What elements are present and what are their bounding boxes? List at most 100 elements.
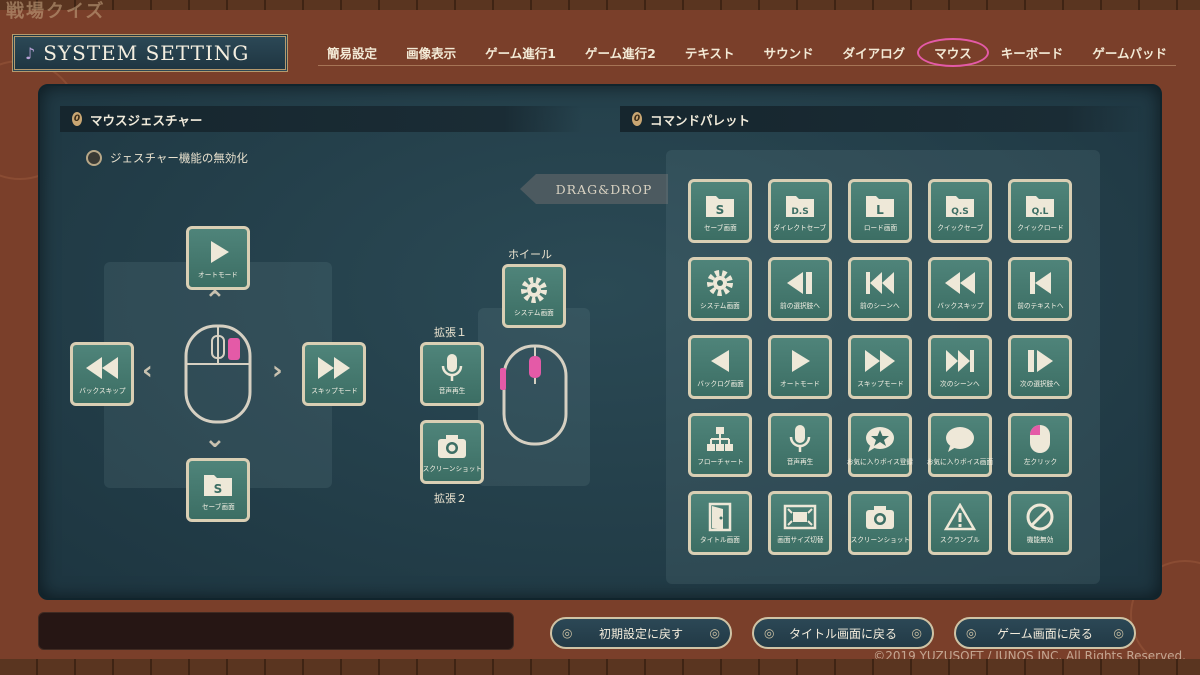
return-game-button[interactable]: ◎ ゲーム画面に戻る ◎ [954,617,1136,649]
gesture-up-tile[interactable]: オートモード [186,226,250,290]
palette-heading: 0 コマンドパレット [620,106,1144,132]
tab-progress-2[interactable]: ゲーム進行2 [576,43,665,62]
tab-sound[interactable]: サウンド [755,43,823,62]
return-game-label: ゲーム画面に戻る [997,626,1093,641]
folder-glyph: D.S [791,207,808,217]
palette-tile-label: 前のテキストへ [1016,302,1064,310]
palette-tile[interactable]: タイトル画面 [688,491,752,555]
palette-tile[interactable]: D.S ダイレクトセーブ [768,179,832,243]
radio-button[interactable] [86,150,102,166]
palette-tile[interactable]: 前のシーンへ [848,257,912,321]
return-title-label: タイトル画面に戻る [788,626,897,641]
gesture-right-label: スキップモード [310,387,358,395]
gesture-disable-toggle[interactable]: ジェスチャー機能の無効化 [86,150,248,166]
palette-tile[interactable]: 音声再生 [768,413,832,477]
help-text-bar [38,612,514,650]
reset-defaults-button[interactable]: ◎ 初期設定に戻す ◎ [550,617,732,649]
gesture-right-tile[interactable]: スキップモード [302,342,366,406]
gear-icon [705,264,735,302]
ext1-label: 音声再生 [438,387,466,395]
ext1-tile[interactable]: 音声再生 [420,342,484,406]
palette-tile[interactable]: 画面サイズ切替 [768,491,832,555]
favorite-voice-icon [864,420,896,458]
palette-tile[interactable]: Q.L クイックロード [1008,179,1072,243]
palette-tile-label: スクランブル [940,536,980,544]
wood-bottom-border [0,659,1200,675]
gesture-heading: 0 マウスジェスチャー [60,106,582,132]
wheel-caption: ホイール [508,248,552,261]
palette-tile[interactable]: お気に入りボイス登録 [847,413,913,477]
mouse-illustration [184,324,252,424]
palette-tile-label: 音声再生 [786,458,814,466]
palette-tile[interactable]: お気に入りボイス画面 [927,413,993,477]
ext2-tile[interactable]: スクリーンショット [420,420,484,484]
palette-tile[interactable]: S セーブ画面 [688,179,752,243]
palette-tile[interactable]: フローチャート [688,413,752,477]
drag-drop-arrow: DRAG&DROP [520,174,668,204]
swirl-icon: ◎ [709,626,720,640]
palette-tile[interactable]: 次の選択肢へ [1008,335,1072,399]
tab-display[interactable]: 画像表示 [397,43,465,62]
gesture-down-label: セーブ画面 [201,503,235,511]
palette-tile-label: バックスキップ [936,302,984,310]
fast-forward-icon [863,342,897,380]
palette-tile[interactable]: 左クリック [1008,413,1072,477]
swirl-icon: ◎ [764,626,775,640]
gesture-disable-label: ジェスチャー機能の無効化 [110,151,248,165]
palette-tile[interactable]: スキップモード [848,335,912,399]
music-note-icon: ♪ [25,43,36,63]
tab-dialog[interactable]: ダイアログ [834,43,915,62]
tab-gamepad[interactable]: ゲームパッド [1083,43,1176,62]
palette-tile[interactable]: L ロード画面 [848,179,912,243]
palette-tile[interactable]: 機能無効 [1008,491,1072,555]
ext2-label: スクリーンショット [422,465,482,473]
palette-tile[interactable]: 前のテキストへ [1008,257,1072,321]
palette-tile[interactable]: Q.S クイックセーブ [928,179,992,243]
tab-keyboard[interactable]: キーボード [992,43,1073,62]
swirl-icon: ◎ [911,626,922,640]
palette-tile[interactable]: スクランブル [928,491,992,555]
palette-tile-label: バックログ画面 [696,380,744,388]
palette-tile-label: セーブ画面 [703,224,737,232]
tab-text[interactable]: テキスト [676,43,744,62]
next-scene-icon [944,342,976,380]
microphone-icon [787,420,813,458]
return-title-button[interactable]: ◎ タイトル画面に戻る ◎ [752,617,934,649]
palette-tile[interactable]: バックログ画面 [688,335,752,399]
rewind-icon [943,264,977,302]
gesture-up-label: オートモード [198,271,238,279]
folder-icon: L [864,186,896,224]
chevron-left-icon: ‹ [142,356,153,386]
palette-tile[interactable]: スクリーンショット [848,491,912,555]
folder-glyph: S [214,482,223,496]
camera-icon [436,427,468,465]
palette-tile-label: 左クリック [1023,458,1057,466]
tab-mouse[interactable]: マウス [917,38,989,67]
wheel-label: システム画面 [514,309,554,317]
gesture-left-tile[interactable]: バックスキップ [70,342,134,406]
palette-tile-label: 前のシーンへ [860,302,900,310]
play-icon [204,233,232,271]
bullet-icon: 0 [72,112,82,126]
palette-tile-label: 画面サイズ切替 [776,536,824,544]
tab-easy[interactable]: 簡易設定 [318,43,386,62]
palette-tile[interactable]: バックスキップ [928,257,992,321]
palette-tile-label: ロード画面 [863,224,897,232]
tab-progress-1[interactable]: ゲーム進行1 [476,43,565,62]
rewind-icon [84,349,120,387]
palette-tile[interactable]: システム画面 [688,257,752,321]
next-choice-icon [1025,342,1055,380]
gesture-down-tile[interactable]: S セーブ画面 [186,458,250,522]
folder-icon: Q.L [1024,186,1056,224]
palette-tile-label: クイックセーブ [936,224,984,232]
palette-tile-label: スクリーンショット [850,536,910,544]
wheel-tile[interactable]: システム画面 [502,264,566,328]
palette-tile-label: フローチャート [696,458,744,466]
folder-glyph: L [876,203,884,217]
palette-tile[interactable]: 次のシーンへ [928,335,992,399]
palette-tile-label: 次の選択肢へ [1020,380,1060,388]
door-icon [707,498,733,536]
palette-tile[interactable]: 前の選択肢へ [768,257,832,321]
palette-tile[interactable]: オートモード [768,335,832,399]
gesture-heading-text: マウスジェスチャー [90,112,203,128]
